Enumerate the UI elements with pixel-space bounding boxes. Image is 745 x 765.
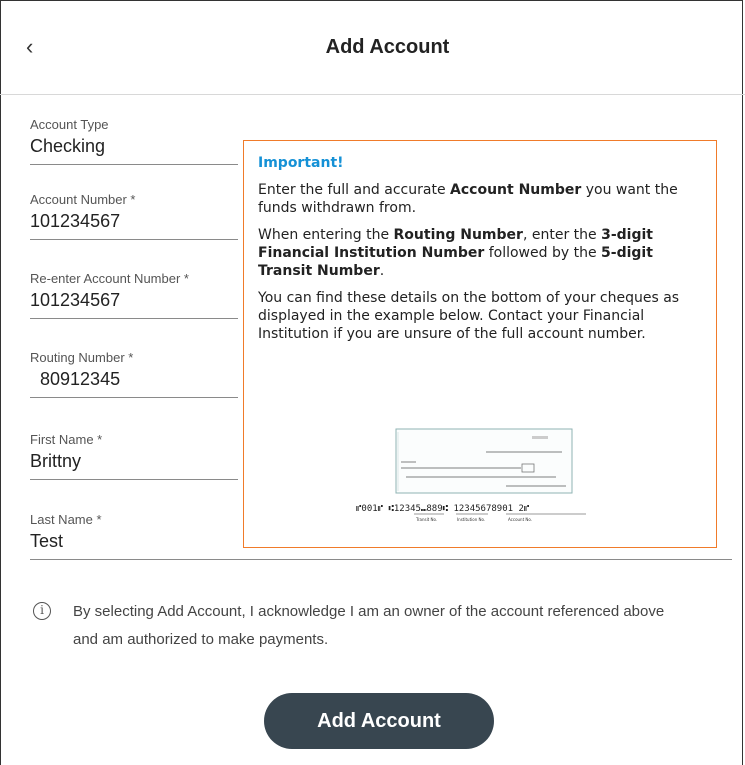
notice-paragraph-1: Enter the full and accurate Account Numb… [258, 182, 678, 216]
cheque-micr-line: ⑈001⑈ ⑆12345⑉889⑆ 12345678901 2⑈ [356, 504, 530, 514]
account-type-field[interactable]: Account Type Checking [30, 117, 238, 165]
page-title: Add Account [325, 36, 450, 58]
reenter-account-number-field[interactable]: Re-enter Account Number * 101234567 [30, 271, 238, 319]
info-icon: i [33, 602, 51, 620]
first-name-field[interactable]: First Name * Brittny [30, 432, 238, 480]
account-number-label: Account Number * [30, 192, 136, 207]
first-name-label: First Name * [30, 432, 103, 447]
account-type-value[interactable]: Checking [30, 136, 238, 164]
transit-label: Transit No. [415, 517, 437, 522]
reenter-account-number-input[interactable]: 101234567 [30, 290, 238, 318]
routing-number-field[interactable]: Routing Number * 80912345 [30, 350, 238, 398]
notice-paragraph-2: When entering the Routing Number, enter … [258, 227, 653, 279]
add-account-button[interactable]: Add Account [264, 693, 494, 749]
disclaimer: i By selecting Add Account, I acknowledg… [33, 598, 673, 654]
account-label: Account No. [508, 517, 532, 522]
account-number-input[interactable]: 101234567 [30, 211, 238, 239]
important-notice: Important! Enter the full and accurate A… [243, 140, 717, 548]
institution-label: Institution No. [457, 517, 485, 522]
account-type-label: Account Type [30, 117, 109, 132]
account-number-field[interactable]: Account Number * 101234567 [30, 192, 238, 240]
disclaimer-text: By selecting Add Account, I acknowledge … [73, 603, 665, 648]
cheque-example-image: ⑈001⑈ ⑆12345⑉889⑆ 12345678901 2⑈ Transit… [356, 426, 616, 526]
notice-paragraph-3: You can find these details on the bottom… [258, 290, 680, 342]
first-name-input[interactable]: Brittny [30, 451, 238, 479]
reenter-account-number-label: Re-enter Account Number * [30, 271, 189, 286]
header: ‹ Add Account [0, 0, 745, 95]
routing-number-label: Routing Number * [30, 350, 134, 365]
notice-heading: Important! [258, 155, 344, 171]
routing-number-input[interactable]: 80912345 [30, 369, 238, 397]
